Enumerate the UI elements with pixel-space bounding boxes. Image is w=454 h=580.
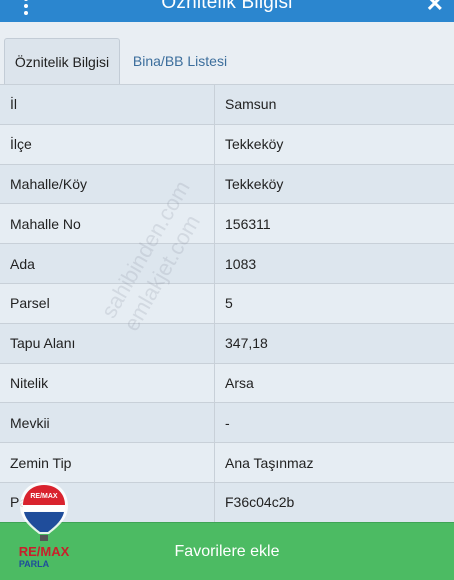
row-value: Samsun [225,96,277,113]
page-title: Öznitelik Bilgisi [161,0,293,13]
row-label: Parsel [0,482,215,522]
attribute-table: İl Samsun İlçe Tekkeköy Mahalle/Köy Tekk… [0,84,454,523]
tab-bina-bb-listesi[interactable]: Bina/BB Listesi [120,38,240,84]
row-value: - [225,414,230,431]
table-row: Mahalle/Köy Tekkeköy [0,164,454,205]
table-row: Zemin Tip Ana Taşınmaz [0,443,454,483]
row-label: Mevkii [0,403,215,443]
row-value: 1083 [225,255,257,272]
row-value: 5 [225,295,233,312]
row-label: İlçe [0,124,215,164]
row-label: İl [0,85,215,124]
table-row: İl Samsun [0,85,454,125]
table-row: Parsel 5 [0,283,454,324]
tab-oznitelik-bilgisi[interactable]: Öznitelik Bilgisi [4,38,120,84]
row-label: Mahalle No [0,204,215,244]
row-label: Ada [0,244,215,283]
row-value: Tekkeköy [225,175,284,192]
row-label: Nitelik [0,363,215,403]
table-row: Ada 1083 [0,244,454,284]
close-icon[interactable]: ✕ [426,0,444,17]
table-row: İlçe Tekkeköy [0,124,454,165]
row-value: Ana Taşınmaz [225,454,314,471]
table-row: Nitelik Arsa [0,363,454,404]
table-row: Mahalle No 156311 [0,204,454,245]
table-row: Tapu Alanı 347,18 [0,323,454,364]
add-to-favorites-button[interactable]: Favorilere ekle [0,522,454,580]
table-row: Mevkii - [0,403,454,444]
row-label: Parsel [0,283,215,323]
row-value: F36c04c2b [225,494,295,511]
row-value: 156311 [225,215,271,232]
row-label: Mahalle/Köy [0,164,215,204]
tab-bar: Öznitelik Bilgisi Bina/BB Listesi [0,22,454,84]
row-value: Tekkeköy [225,136,284,153]
row-label: Tapu Alanı [0,323,215,363]
table-row: Parsel F36c04c2b [0,482,454,523]
row-value: 347,18 [225,335,268,352]
title-bar: Öznitelik Bilgisi ✕ [0,0,454,22]
row-value: Arsa [225,374,254,391]
row-label: Zemin Tip [0,443,215,482]
